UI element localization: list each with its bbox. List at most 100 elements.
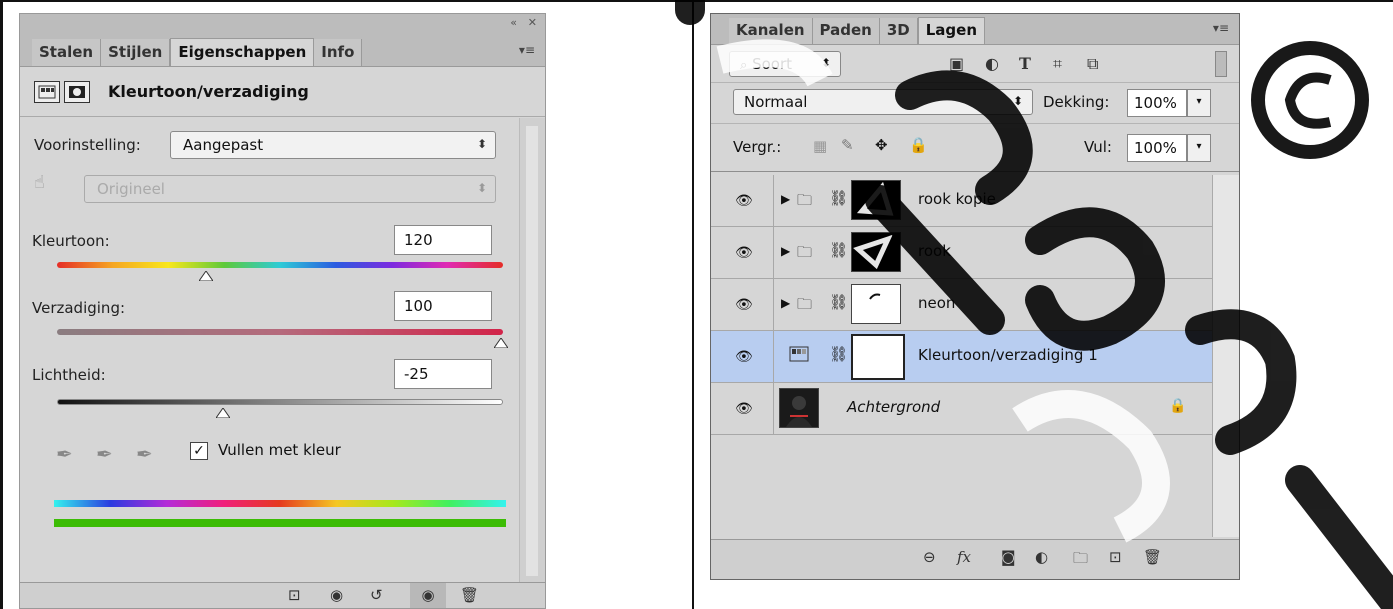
tab-kanalen[interactable]: Kanalen [729,18,813,44]
hue-slider-thumb[interactable] [199,271,213,281]
layer-mask-thumbnail[interactable] [851,334,905,380]
layer-rook[interactable]: 👁 ▶ 🗀 ⛓ rook [711,227,1214,279]
filter-toggle[interactable] [1215,51,1227,77]
layer-name[interactable]: rook [918,242,951,260]
view-previous-icon[interactable]: ◉ [330,586,343,604]
layers-scrollbar[interactable] [1212,175,1239,537]
visibility-toggle-icon[interactable]: ◉ [410,583,446,608]
lightness-slider-thumb[interactable] [216,408,230,418]
fx-icon[interactable]: fx [957,548,971,566]
preset-value: Aangepast [183,136,264,154]
tab-info[interactable]: Info [314,39,363,66]
opacity-field[interactable]: 100% [1127,89,1187,117]
filter-kind-value: Soort [752,55,792,73]
layer-name[interactable]: neon [918,294,955,312]
hue-slider-track[interactable] [57,262,503,268]
lock-position-icon[interactable]: ✥ [875,136,888,154]
close-icon[interactable]: ✕ [528,16,537,29]
layers-list: 👁 ▶ 🗀 ⛓ rook kopie 👁 ▶ 🗀 ⛓ rook 👁 ▶ 🗀 ⛓ … [711,175,1214,435]
saturation-slider-thumb[interactable] [494,338,508,348]
lock-row: Vergr.: ▦ ✎ ✥ 🔒 Vul: 100% ▾ [711,124,1239,172]
fill-dropdown[interactable]: ▾ [1187,134,1211,162]
eyedropper-plus-icon[interactable]: ✒ [96,442,113,466]
saturation-slider-track[interactable] [57,329,503,335]
preset-select[interactable]: Aangepast ⬍ [170,131,496,159]
tab-stijlen[interactable]: Stijlen [101,39,171,66]
hue-label: Kleurtoon: [32,232,110,250]
expand-triangle-icon[interactable]: ▶ [781,244,790,258]
reset-icon[interactable]: ↺ [370,586,383,604]
adjustment-icon[interactable] [34,80,60,103]
filter-pixel-icon[interactable]: ▣ [949,54,964,73]
collapse-icon[interactable]: « [510,16,517,29]
eye-icon[interactable]: 👁 [735,245,753,261]
eye-icon[interactable]: 👁 [735,297,753,313]
blend-mode-select[interactable]: Normaal ⬍ [733,89,1033,115]
layer-name[interactable]: Achtergrond [847,398,940,416]
hue-field[interactable]: 120 [394,225,492,255]
frame-top-border [0,0,1393,2]
layer-achtergrond[interactable]: 👁 Achtergrond 🔒 [711,383,1214,435]
expand-triangle-icon[interactable]: ▶ [781,192,790,206]
target-hand-icon[interactable]: ☝ [34,172,45,193]
lightness-field[interactable]: -25 [394,359,492,389]
tab-paden[interactable]: Paden [812,18,880,44]
select-arrow-icon: ⬍ [476,137,487,151]
tab-eigenschappen[interactable]: Eigenschappen [170,38,315,66]
filter-shape-icon[interactable]: ⌗ [1053,54,1062,74]
properties-scrollbar[interactable] [519,118,545,588]
fill-field[interactable]: 100% [1127,134,1187,162]
new-group-icon[interactable]: 🗀 [1073,548,1088,573]
add-mask-icon[interactable]: ◙ [1001,548,1016,566]
layer-kleurtoon-verzadiging-1[interactable]: 👁 ⛓ Kleurtoon/verzadiging 1 [711,331,1214,383]
panel-menu-icon[interactable]: ▾≡ [519,43,535,57]
layer-thumbnail[interactable] [779,388,819,428]
filter-type-icon[interactable]: T [1019,54,1031,73]
filter-adjustment-icon[interactable]: ◐ [985,54,999,73]
colorize-checkbox[interactable]: ✓ [190,442,208,460]
eye-icon[interactable]: 👁 [735,349,753,365]
tab-3d[interactable]: 3D [879,18,918,44]
lightness-slider-track[interactable] [57,399,503,405]
filter-kind-select[interactable]: ⌕ Soort ⬍ [729,51,841,77]
new-adjustment-icon[interactable]: ◐ [1035,548,1048,566]
new-layer-icon[interactable]: ⊡ [1109,548,1122,566]
chain-link-icon[interactable]: ⛓ [829,189,848,207]
chain-link-icon[interactable]: ⛓ [829,345,848,363]
chain-link-icon[interactable]: ⛓ [829,293,848,311]
properties-bottom-bar: ⊡ ◉ ↺ ◉ 🗑 [20,582,545,608]
layer-rook-kopie[interactable]: 👁 ▶ 🗀 ⛓ rook kopie [711,175,1214,227]
eye-icon[interactable]: 👁 [735,401,753,417]
opacity-dropdown[interactable]: ▾ [1187,89,1211,117]
filter-smart-object-icon[interactable]: ⧉ [1087,54,1098,74]
layer-mask-thumbnail[interactable] [851,232,901,272]
layer-name[interactable]: rook kopie [918,190,996,208]
expand-triangle-icon[interactable]: ▶ [781,296,790,310]
clip-to-layer-icon[interactable]: ⊡ [288,586,301,604]
lock-icon[interactable]: 🔒 [1169,398,1186,414]
adjustment-title: Kleurtoon/verzadiging [108,82,309,101]
delete-icon[interactable]: 🗑 [460,586,479,604]
layer-mask-thumbnail[interactable] [851,284,901,324]
mask-icon[interactable] [64,80,90,103]
select-arrow-icon: ⬍ [476,181,487,195]
tab-lagen[interactable]: Lagen [917,17,986,44]
layer-mask-thumbnail[interactable] [851,180,901,220]
saturation-field[interactable]: 100 [394,291,492,321]
opacity-label: Dekking: [1043,93,1110,111]
lock-image-icon[interactable]: ✎ [841,136,854,154]
chain-link-icon[interactable]: ⛓ [829,241,848,259]
eyedropper-minus-icon[interactable]: ✒ [136,442,153,466]
delete-layer-icon[interactable]: 🗑 [1143,548,1162,566]
link-layers-icon[interactable]: ⊖ [923,548,936,566]
folder-icon: 🗀 [797,295,813,313]
eyedropper-icon[interactable]: ✒ [56,442,73,466]
eye-icon[interactable]: 👁 [735,193,753,209]
layer-name[interactable]: Kleurtoon/verzadiging 1 [918,346,1098,364]
lock-transparent-icon[interactable]: ▦ [813,137,827,155]
tab-stalen[interactable]: Stalen [32,39,102,66]
layer-neon[interactable]: 👁 ▶ 🗀 ⛓ neon [711,279,1214,331]
panel-menu-icon[interactable]: ▾≡ [1213,21,1229,35]
lock-all-icon[interactable]: 🔒 [909,136,928,154]
blend-row: Normaal ⬍ Dekking: 100% ▾ [711,83,1239,124]
